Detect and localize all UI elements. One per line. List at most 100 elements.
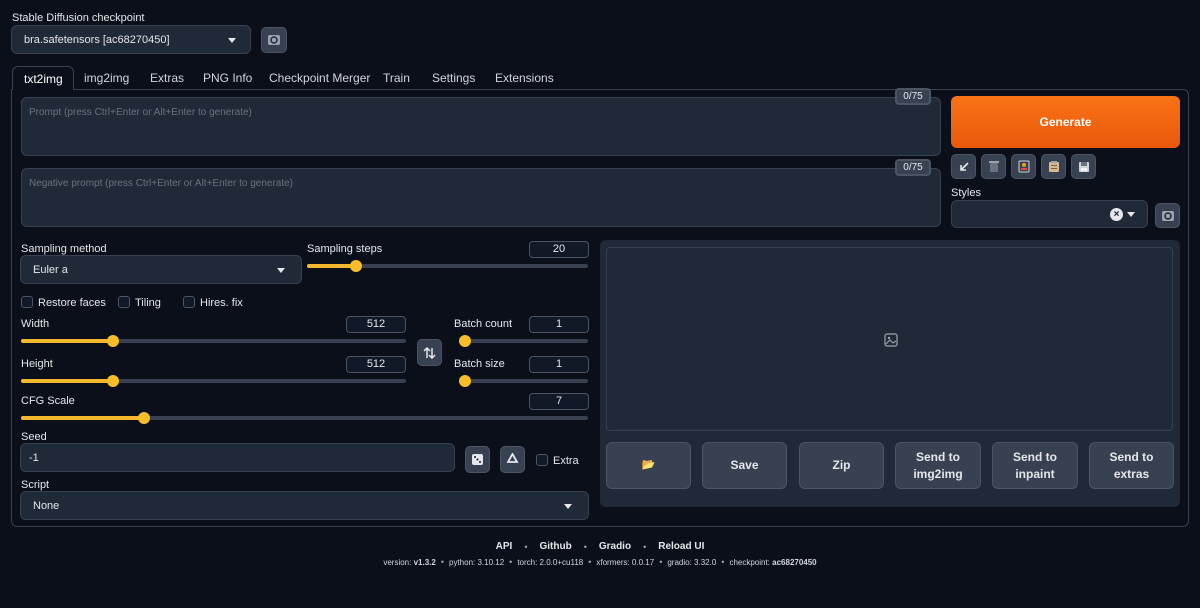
python-version: python: 3.10.12 [449,557,505,567]
width-slider[interactable] [21,335,406,347]
styles-dropdown[interactable]: × [951,200,1148,228]
refresh-icon [1161,210,1174,221]
sampling-method-dropdown[interactable]: Euler a [20,255,302,284]
reuse-seed-button[interactable] [500,446,525,473]
tab-png-info[interactable]: PNG Info [203,71,252,85]
negative-prompt-textarea[interactable]: Negative prompt (press Ctrl+Enter or Alt… [21,168,941,227]
swap-arrows-icon [423,346,436,359]
styles-label: Styles [951,187,981,199]
xformers-version: xformers: 0.0.17 [596,557,655,567]
batch-count-input[interactable]: 1 [529,316,589,333]
batch-count-slider[interactable] [459,335,588,347]
gradio-version: gradio: 3.32.0 [667,557,717,567]
batch-size-input[interactable]: 1 [529,356,589,373]
height-input[interactable]: 512 [346,356,406,373]
save-style-button[interactable] [1071,154,1096,179]
negative-prompt-token-counter: 0/75 [895,159,931,176]
version-value: v1.3.2 [413,557,436,567]
refresh-icon [268,35,280,45]
height-slider[interactable] [21,375,406,387]
generate-button[interactable]: Generate [951,96,1180,148]
script-label: Script [21,479,50,491]
clear-icon[interactable]: × [1110,208,1123,221]
random-seed-button[interactable] [465,446,490,473]
extra-seed-label: Extra [553,455,579,467]
refresh-checkpoint-button[interactable] [261,27,287,53]
extra-seed-checkbox[interactable] [536,454,548,466]
tab-img2img[interactable]: img2img [84,71,129,85]
send-to-inpaint-button[interactable]: Send to inpaint [992,442,1078,489]
cfg-scale-input[interactable]: 7 [529,393,589,410]
tiling-checkbox[interactable] [118,296,130,308]
prompt-placeholder: Prompt (press Ctrl+Enter or Alt+Enter to… [29,107,252,118]
negative-prompt-placeholder: Negative prompt (press Ctrl+Enter or Alt… [29,178,294,189]
height-label: Height [21,358,53,370]
width-input[interactable]: 512 [346,316,406,333]
chevron-down-icon [228,38,236,43]
tiling-label: Tiling [135,297,161,309]
script-value: None [33,500,60,512]
tab-train[interactable]: Train [383,71,410,85]
sampling-steps-label: Sampling steps [307,243,383,255]
read-generation-params-button[interactable] [951,154,976,179]
refresh-styles-button[interactable] [1155,203,1180,228]
checkpoint-label: Stable Diffusion checkpoint [12,12,145,24]
tab-checkpoint-merger[interactable]: Checkpoint Merger [269,71,370,85]
tab-settings[interactable]: Settings [432,71,475,85]
extra-networks-button[interactable] [1011,154,1036,179]
hires-fix-label: Hires. fix [200,297,243,309]
sampling-steps-slider[interactable] [307,260,588,272]
footer-link-reload-ui[interactable]: Reload UI [658,541,704,552]
cfg-scale-label: CFG Scale [21,395,75,407]
tab-extensions[interactable]: Extensions [495,71,554,85]
checkpoint-hash: ac68270450 [772,557,817,567]
prompt-token-counter: 0/75 [895,88,931,105]
save-icon [1078,161,1089,172]
apply-style-button[interactable] [1041,154,1066,179]
save-button[interactable]: Save [702,442,787,489]
tab-extras[interactable]: Extras [150,71,184,85]
arrow-down-left-icon [959,161,969,171]
sampling-method-label: Sampling method [21,243,107,255]
clipboard-icon [1048,161,1059,172]
image-placeholder-icon [884,333,898,347]
batch-count-label: Batch count [454,318,513,330]
torch-version: torch: 2.0.0+cu118 [517,557,584,567]
chevron-down-icon [1127,212,1135,217]
footer-link-gradio[interactable]: Gradio [599,541,631,552]
chevron-down-icon [277,268,285,273]
prompt-textarea[interactable]: Prompt (press Ctrl+Enter or Alt+Enter to… [21,97,941,156]
sampling-method-value: Euler a [33,264,68,276]
tab-txt2img[interactable]: txt2img [12,66,74,90]
checkpoint-dropdown[interactable]: bra.safetensors [ac68270450] [11,25,251,54]
clear-prompt-button[interactable] [981,154,1006,179]
batch-size-label: Batch size [454,358,505,370]
send-to-img2img-button[interactable]: Send to img2img [895,442,981,489]
checkpoint-value: bra.safetensors [ac68270450] [24,34,170,46]
send-to-extras-button[interactable]: Send to extras [1089,442,1174,489]
picture-card-icon [1018,160,1029,173]
footer-versions: version: v1.3.2 • python: 3.10.12 • torc… [383,557,817,567]
footer-link-api[interactable]: API [496,541,513,552]
seed-label: Seed [21,431,47,443]
zip-button[interactable]: Zip [799,442,884,489]
trash-icon [988,161,999,172]
sampling-steps-input[interactable]: 20 [529,241,589,258]
version-label: version: [383,557,412,567]
hires-fix-checkbox[interactable] [183,296,195,308]
batch-size-slider[interactable] [459,375,588,387]
dice-icon [472,454,483,465]
checkpoint-footer-label: checkpoint: [729,557,770,567]
seed-input[interactable]: -1 [20,443,455,472]
open-folder-button[interactable]: 📂 [606,442,691,489]
cfg-scale-slider[interactable] [21,412,588,424]
output-gallery[interactable] [606,247,1173,431]
footer-link-github[interactable]: Github [539,541,571,552]
restore-faces-checkbox[interactable] [21,296,33,308]
chevron-down-icon [564,504,572,509]
swap-dimensions-button[interactable] [417,339,442,366]
width-label: Width [21,318,50,330]
script-dropdown[interactable]: None [20,491,589,520]
seed-value: -1 [29,452,39,464]
recycle-icon [506,453,519,463]
